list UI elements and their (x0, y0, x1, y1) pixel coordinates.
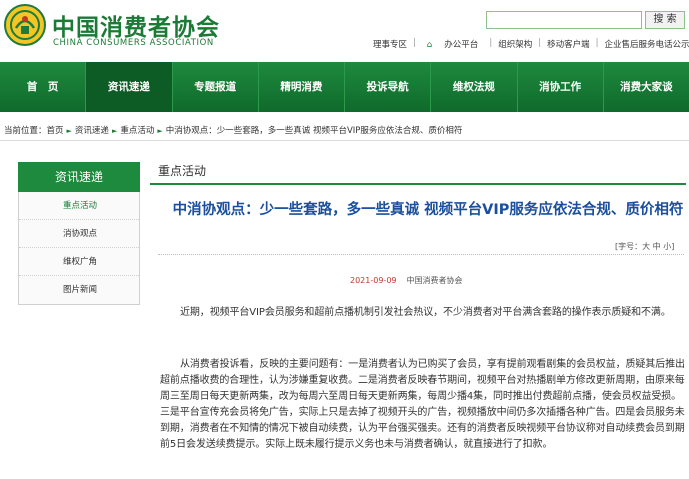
breadcrumb-news[interactable]: 资讯速递 (75, 126, 109, 136)
top-link-service-phones[interactable]: 企业售后服务电话公示 (599, 38, 689, 52)
nav-item-consumer-talk[interactable]: 消费大家谈 (604, 62, 689, 112)
sidebar-title: 资讯速递 (18, 162, 140, 192)
site-header: 中国消费者协会 CHINA CONSUMERS ASSOCIATION 搜 索 … (0, 0, 689, 58)
sidebar-item-association-views[interactable]: 消协观点 (19, 220, 139, 248)
top-link-mobile[interactable]: 移动客户端 (542, 38, 595, 52)
divider (150, 183, 686, 185)
section-title: 重点活动 (158, 164, 207, 178)
search-input[interactable] (486, 11, 642, 29)
sidebar-item-photo-news[interactable]: 图片新闻 (19, 276, 139, 304)
article-source: 中国消费者协会 (406, 276, 463, 285)
office-icon: ⌂ (426, 40, 433, 50)
nav-item-home[interactable]: 首 页 (0, 62, 87, 112)
top-links: 理事专区 | ⌂ 办公平台 | 组织架构 | 移动客户端 | 企业售后服务电话公示 (368, 38, 689, 52)
sidebar-menu: 重点活动 消协观点 维权广角 图片新闻 (18, 192, 140, 305)
nav-item-complaint-guide[interactable]: 投诉导航 (345, 62, 432, 112)
breadcrumb-arrow-icon: ► (157, 127, 163, 135)
divider (158, 254, 684, 255)
breadcrumb-arrow-icon: ► (111, 127, 118, 135)
top-link-office[interactable]: ⌂ 办公平台 (417, 38, 488, 52)
association-logo-icon[interactable] (4, 4, 46, 46)
search-button[interactable]: 搜 索 (645, 11, 685, 29)
site-brand-english: CHINA CONSUMERS ASSOCIATION (53, 38, 214, 48)
top-link-office-label: 办公平台 (444, 40, 479, 50)
breadcrumb-arrow-icon: ► (66, 127, 72, 135)
breadcrumb-home[interactable]: 首页 (47, 126, 64, 136)
nav-item-special-reports[interactable]: 专题报道 (173, 62, 259, 112)
nav-item-regulations[interactable]: 维权法规 (431, 62, 518, 112)
nav-item-news[interactable]: 资讯速递 (86, 62, 173, 112)
font-size-control[interactable]: [字号：大 中 小] (615, 241, 674, 252)
article-date: 2021-09-09 (350, 276, 397, 285)
breadcrumb: 当前位置：首页 ► 资讯速递 ► 重点活动 ► 中消协观点：少一些套路，多一些真诚 视频平台… (4, 124, 462, 136)
site-brand-name[interactable]: 中国消费者协会 (52, 8, 220, 42)
main-nav: 首 页 资讯速递 专题报道 精明消费 投诉导航 维权法规 消协工作 消费大家谈 (0, 62, 689, 112)
sidebar-item-key-activities[interactable]: 重点活动 (19, 192, 139, 220)
breadcrumb-key-activities[interactable]: 重点活动 (120, 126, 154, 136)
article-paragraph: 从消费者投诉看，反映的主要问题有：一是消费者认为已购买了会员，享有提前观看剧集的… (160, 359, 685, 450)
nav-item-association-work[interactable]: 消协工作 (518, 62, 604, 112)
sidebar-item-rights-wide-angle[interactable]: 维权广角 (19, 248, 139, 276)
breadcrumb-prefix: 当前位置： (4, 126, 47, 136)
article-title: 中消协观点：少一些套路，多一些真诚 视频平台VIP服务应依法合规、质价相符 (172, 202, 684, 218)
top-link-structure[interactable]: 组织架构 (493, 38, 537, 52)
divider (0, 140, 689, 141)
article-paragraph: 近期，视频平台VIP会员服务和超前点播机制引发社会热议，不少消费者对平台满含套路… (180, 307, 671, 318)
top-link-council[interactable]: 理事专区 (368, 38, 412, 52)
nav-item-smart-consumption[interactable]: 精明消费 (259, 62, 345, 112)
breadcrumb-current: 中消协观点：少一些套路，多一些真诚 视频平台VIP服务应依法合规、质价相符 (165, 126, 463, 136)
article-meta: 2021-09-09 中国消费者协会 (350, 275, 463, 286)
